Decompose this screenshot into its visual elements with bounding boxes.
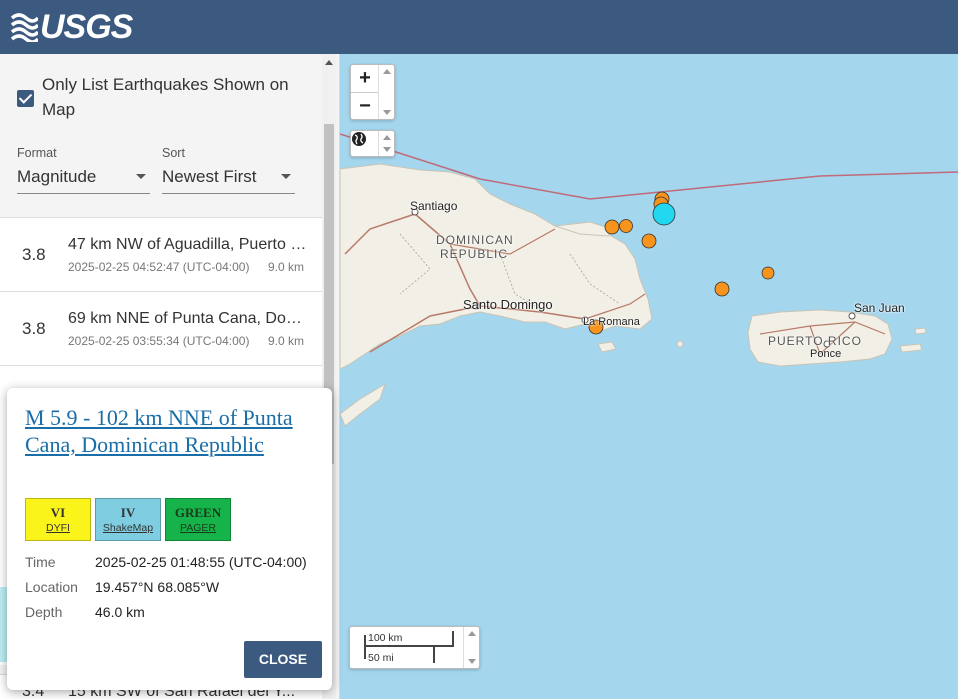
- list-options: Format Magnitude Sort Newest First: [17, 146, 307, 194]
- shakemap-value: IV: [120, 505, 136, 520]
- location-value: 19.457°N 68.085°W: [95, 579, 220, 595]
- map-label-republic: REPUBLIC: [440, 247, 509, 261]
- checkbox-checked-icon[interactable]: [17, 90, 34, 107]
- depth-value: 46.0 km: [95, 604, 145, 620]
- shakemap-label: ShakeMap: [102, 522, 154, 534]
- eq-title: 69 km NNE of Punta Cana, Dominican Repub…: [68, 310, 308, 327]
- only-list-shown-toggle[interactable]: Only List Earthquakes Shown on Map: [17, 72, 307, 122]
- scale-line: [364, 645, 452, 647]
- usgs-wave-icon: [10, 13, 38, 42]
- scale-tick: [364, 635, 366, 659]
- scale-tick: [452, 631, 454, 647]
- earthquake-popup: M 5.9 - 102 km NNE of Punta Cana, Domini…: [7, 388, 332, 690]
- sort-label: Sort: [162, 146, 185, 160]
- scale-scroll[interactable]: [463, 627, 479, 668]
- map-base: [340, 133, 958, 427]
- eq-depth: 9.0 km: [267, 334, 304, 348]
- format-dropdown[interactable]: Magnitude: [17, 166, 150, 194]
- detail-row-time: Time 2025-02-25 01:48:55 (UTC-04:00): [25, 554, 307, 579]
- map-label-ponce: Ponce: [810, 348, 842, 360]
- earthquake-marker: [604, 219, 620, 235]
- zoom-in-button[interactable]: +: [351, 65, 379, 93]
- time-value: 2025-02-25 01:48:55 (UTC-04:00): [95, 554, 307, 570]
- earthquake-marker: [761, 266, 775, 280]
- format-select[interactable]: Format Magnitude: [17, 146, 150, 194]
- arrow-up-icon: [468, 631, 476, 636]
- scale-tick: [433, 647, 435, 663]
- scroll-up-icon[interactable]: [325, 60, 333, 65]
- globe-icon[interactable]: [351, 131, 367, 147]
- location-label: Location: [25, 579, 78, 595]
- map-label-puerto-rico: PUERTO RICO: [768, 334, 862, 348]
- close-button[interactable]: CLOSE: [244, 641, 322, 678]
- depth-label: Depth: [25, 604, 63, 620]
- zoom-out-button[interactable]: −: [351, 93, 379, 121]
- map-view[interactable]: Santiago DOMINICAN REPUBLIC Santo Doming…: [340, 54, 958, 699]
- arrow-up-icon: [383, 69, 391, 74]
- format-label: Format: [17, 146, 57, 160]
- scale-bar: 100 km 50 mi: [349, 626, 480, 669]
- logo-text: USGS: [40, 8, 133, 46]
- basemap-scroll[interactable]: [378, 131, 394, 156]
- eq-magnitude: 3.8: [22, 319, 46, 338]
- scale-mi-label: 50 mi: [368, 652, 394, 664]
- popup-title-link[interactable]: M 5.9 - 102 km NNE of Punta Cana, Domini…: [25, 404, 315, 458]
- pager-label: PAGER: [180, 522, 216, 534]
- list-item[interactable]: 3.8 47 km NW of Aguadilla, Puerto Rico 2…: [0, 217, 322, 291]
- earthquake-marker: [619, 219, 633, 233]
- eq-title: 47 km NW of Aguadilla, Puerto Rico: [68, 236, 308, 253]
- app-header: USGS: [0, 0, 958, 54]
- caret-down-icon: [281, 174, 291, 179]
- arrow-down-icon: [383, 147, 391, 152]
- map-label-dominican: DOMINICAN: [436, 233, 514, 247]
- dyfi-label: DYFI: [46, 522, 70, 534]
- arrow-down-icon: [383, 110, 391, 115]
- eq-time: 2025-02-25 03:55:34 (UTC-04:00): [68, 334, 250, 348]
- dyfi-value: VI: [50, 505, 66, 520]
- format-value: Magnitude: [17, 167, 97, 186]
- list-item[interactable]: 3.8 69 km NNE of Punta Cana, Dominican R…: [0, 291, 322, 365]
- map-label-la-romana: La Romana: [583, 316, 640, 328]
- arrow-up-icon: [383, 135, 391, 140]
- zoom-scroll[interactable]: [378, 65, 394, 119]
- earthquake-marker: [641, 233, 657, 249]
- map-label-san-juan: San Juan: [854, 301, 905, 315]
- pager-value: GREEN: [174, 505, 222, 520]
- eq-depth: 9.0 km: [267, 260, 304, 274]
- earthquake-marker: [714, 281, 730, 297]
- sort-value: Newest First: [162, 167, 257, 186]
- pager-badge[interactable]: GREEN PAGER: [165, 498, 231, 541]
- popup-details: Time 2025-02-25 01:48:55 (UTC-04:00) Loc…: [25, 554, 307, 629]
- map-label-santo-domingo: Santo Domingo: [463, 297, 553, 312]
- sort-select[interactable]: Sort Newest First: [162, 146, 295, 194]
- scale-km-label: 100 km: [368, 632, 403, 644]
- sort-dropdown[interactable]: Newest First: [162, 166, 295, 194]
- eq-magnitude: 3.8: [22, 245, 46, 264]
- selected-earthquake-marker: [652, 202, 676, 226]
- usgs-logo[interactable]: USGS: [10, 8, 133, 46]
- arrow-down-icon: [468, 659, 476, 664]
- time-label: Time: [25, 554, 56, 570]
- map-label-santiago: Santiago: [410, 199, 458, 213]
- shakemap-badge[interactable]: IV ShakeMap: [95, 498, 161, 541]
- zoom-control: + −: [350, 64, 395, 120]
- dyfi-badge[interactable]: VI DYFI: [25, 498, 91, 541]
- impact-badges: VI DYFI IV ShakeMap GREEN PAGER: [25, 498, 235, 541]
- detail-row-location: Location 19.457°N 68.085°W: [25, 579, 307, 604]
- only-list-shown-label: Only List Earthquakes Shown on Map: [42, 75, 289, 119]
- hispaniola-land: [340, 163, 653, 370]
- eq-time: 2025-02-25 04:52:47 (UTC-04:00): [68, 260, 250, 274]
- caret-down-icon: [136, 174, 146, 179]
- basemap-control[interactable]: [350, 130, 395, 157]
- detail-row-depth: Depth 46.0 km: [25, 604, 307, 629]
